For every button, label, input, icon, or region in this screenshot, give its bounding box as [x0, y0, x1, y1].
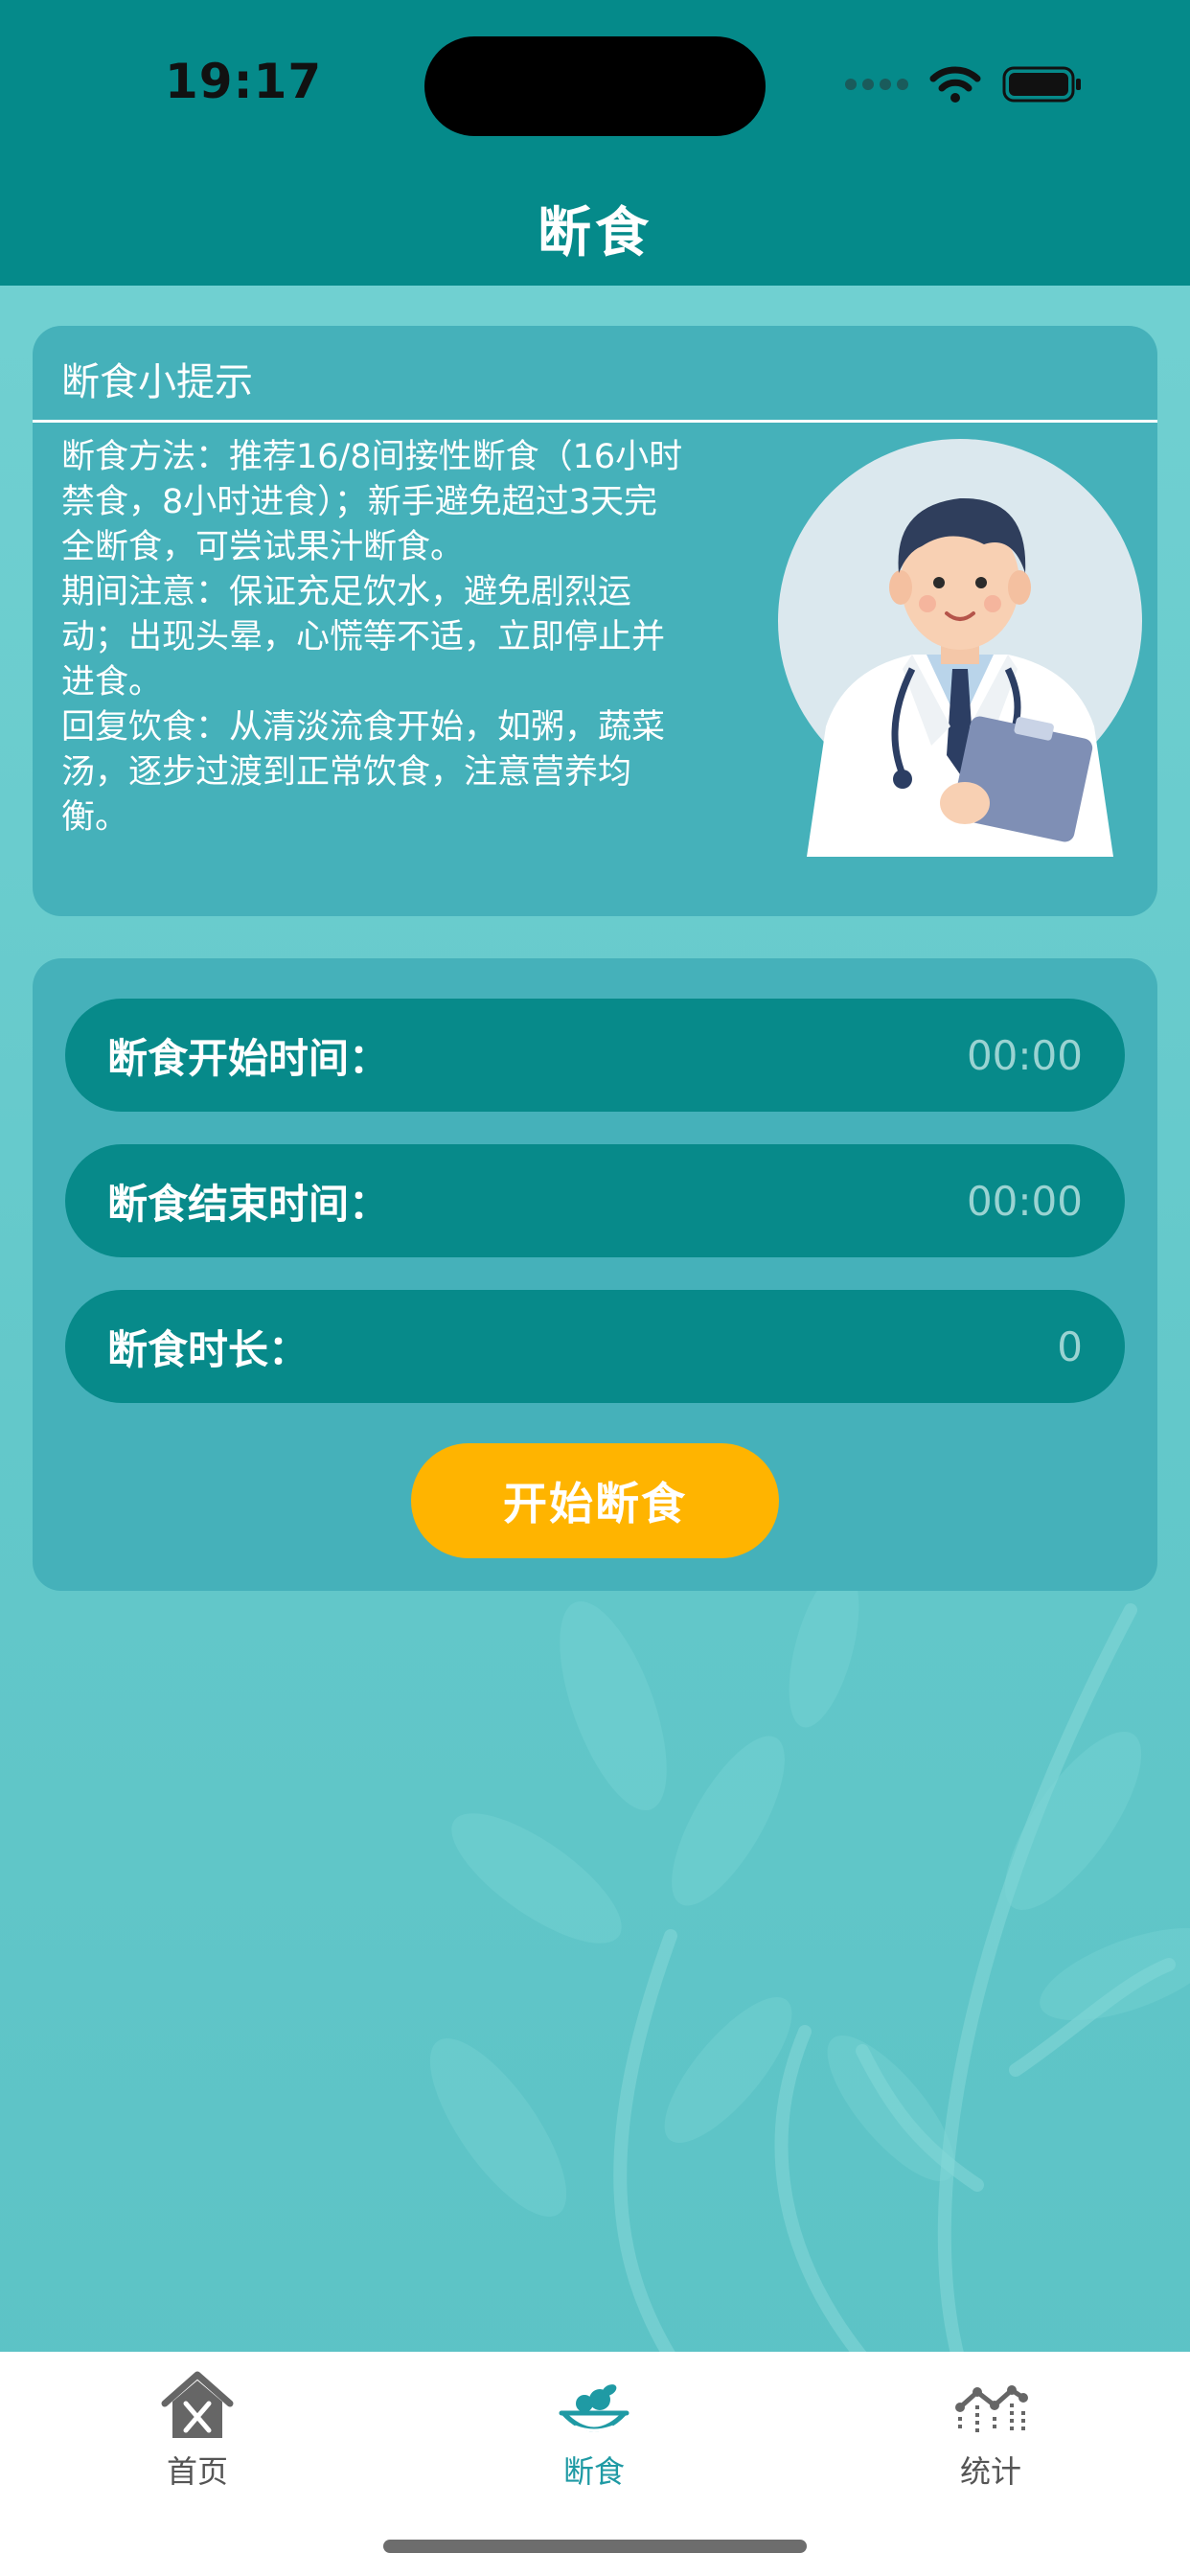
tip-line: 汤，逐步过渡到正常饮食，注意营养均	[61, 753, 632, 792]
stats-chart-icon	[955, 2385, 1028, 2432]
fasting-screen: 19:17 断食 断食小提示 断食方法：推荐16/8间接性断食（16小时 禁食，	[0, 0, 1190, 2576]
tip-line: 动；出现头晕，心慌等不适，立即停止并	[61, 618, 666, 656]
home-indicator[interactable]	[383, 2540, 807, 2553]
status-time: 19:17	[165, 54, 323, 109]
tips-body: 断食方法：推荐16/8间接性断食（16小时 禁食，8小时进食）；新手避免超过3天…	[61, 435, 770, 840]
fasting-duration-field: 断食时长： 0	[65, 1290, 1125, 1403]
tab-stats[interactable]: 统计	[885, 2369, 1096, 2492]
end-time-value: 00:00	[966, 1177, 1083, 1225]
start-time-value: 00:00	[966, 1031, 1083, 1079]
fasting-timer-card: 断食开始时间： 00:00 断食结束时间： 00:00 断食时长： 0 开始断食	[33, 958, 1157, 1591]
tips-title: 断食小提示	[61, 360, 253, 404]
tab-fasting-label: 断食	[562, 2453, 625, 2490]
start-time-label: 断食开始时间：	[107, 1034, 390, 1082]
tip-line: 回复饮食：从清淡流食开始，如粥，蔬菜	[61, 708, 666, 747]
tab-home-label: 首页	[166, 2453, 228, 2490]
dynamic-island	[424, 36, 766, 136]
fasting-tips-card: 断食小提示 断食方法：推荐16/8间接性断食（16小时 禁食，8小时进食）；新手…	[33, 326, 1157, 916]
home-icon	[161, 2371, 234, 2438]
tip-line: 进食。	[61, 663, 163, 702]
tip-line: 衡。	[61, 798, 129, 837]
tip-line: 期间注意：保证充足饮水，避免剧烈运	[61, 573, 632, 611]
cellular-signal-icon	[845, 79, 908, 90]
fasting-start-time-field[interactable]: 断食开始时间： 00:00	[65, 999, 1125, 1112]
start-fasting-button[interactable]: 开始断食	[411, 1443, 779, 1558]
end-time-label: 断食结束时间：	[107, 1180, 390, 1228]
duration-value: 0	[1057, 1322, 1083, 1370]
tip-line: 断食方法：推荐16/8间接性断食（16小时	[61, 438, 683, 476]
tips-divider	[33, 420, 1157, 423]
page-title: 断食	[538, 202, 652, 264]
tab-fasting[interactable]: 断食	[489, 2369, 699, 2492]
status-icons	[845, 65, 1083, 104]
battery-icon	[1002, 66, 1081, 103]
duration-label: 断食时长：	[107, 1325, 309, 1373]
fasting-end-time-field[interactable]: 断食结束时间： 00:00	[65, 1144, 1125, 1257]
leaf-background-decoration	[429, 1569, 1190, 2358]
doctor-illustration	[778, 439, 1142, 857]
tip-line: 全断食，可尝试果汁断食。	[61, 528, 465, 566]
tab-home[interactable]: 首页	[92, 2369, 303, 2492]
fasting-bowl-icon	[559, 2384, 629, 2432]
wifi-icon	[929, 66, 981, 103]
tab-stats-label: 统计	[959, 2453, 1021, 2490]
tip-line: 禁食，8小时进食）；新手避免超过3天完	[61, 483, 658, 521]
navigation-header: 19:17 断食	[0, 0, 1190, 286]
